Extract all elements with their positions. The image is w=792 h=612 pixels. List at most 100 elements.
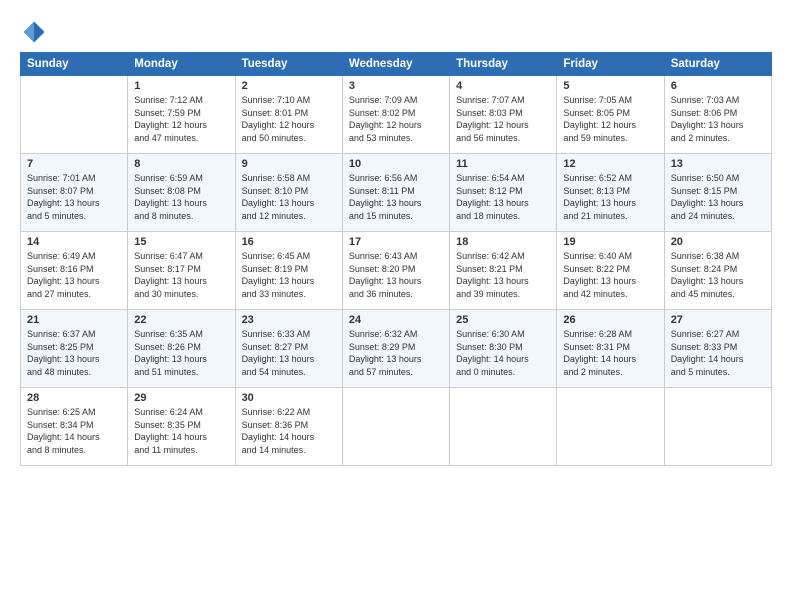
calendar-cell: 19 Sunrise: 6:40 AMSunset: 8:22 PMDayligh… [557, 232, 664, 310]
calendar-cell: 23 Sunrise: 6:33 AMSunset: 8:27 PMDayligh… [235, 310, 342, 388]
day-info: Sunrise: 6:40 AMSunset: 8:22 PMDaylight:… [563, 250, 657, 300]
day-info: Sunrise: 6:54 AMSunset: 8:12 PMDaylight:… [456, 172, 550, 222]
calendar-cell: 30 Sunrise: 6:22 AMSunset: 8:36 PMDayligh… [235, 388, 342, 466]
day-info: Sunrise: 7:12 AMSunset: 7:59 PMDaylight:… [134, 94, 228, 144]
calendar-cell [664, 388, 771, 466]
day-info: Sunrise: 7:01 AMSunset: 8:07 PMDaylight:… [27, 172, 121, 222]
day-number: 6 [671, 80, 765, 92]
day-number: 22 [134, 314, 228, 326]
calendar-cell: 11 Sunrise: 6:54 AMSunset: 8:12 PMDayligh… [450, 154, 557, 232]
day-info: Sunrise: 6:43 AMSunset: 8:20 PMDaylight:… [349, 250, 443, 300]
day-info: Sunrise: 6:28 AMSunset: 8:31 PMDaylight:… [563, 328, 657, 378]
calendar-cell: 18 Sunrise: 6:42 AMSunset: 8:21 PMDayligh… [450, 232, 557, 310]
day-info: Sunrise: 7:10 AMSunset: 8:01 PMDaylight:… [242, 94, 336, 144]
calendar-cell: 9 Sunrise: 6:58 AMSunset: 8:10 PMDaylight… [235, 154, 342, 232]
logo [20, 18, 52, 46]
calendar-cell [557, 388, 664, 466]
calendar-cell: 8Sunrise: 6:59 AMSunset: 8:08 PMDaylight… [128, 154, 235, 232]
calendar-cell: 26 Sunrise: 6:28 AMSunset: 8:31 PMDayligh… [557, 310, 664, 388]
week-row-0: 1 Sunrise: 7:12 AMSunset: 7:59 PMDaylight… [21, 76, 772, 154]
calendar-cell: 22 Sunrise: 6:35 AMSunset: 8:26 PMDayligh… [128, 310, 235, 388]
calendar-cell [450, 388, 557, 466]
day-info: Sunrise: 6:35 AMSunset: 8:26 PMDaylight:… [134, 328, 228, 378]
day-number: 10 [349, 158, 443, 170]
day-number: 26 [563, 314, 657, 326]
calendar-cell: 21 Sunrise: 6:37 AMSunset: 8:25 PMDayligh… [21, 310, 128, 388]
calendar-cell: 17 Sunrise: 6:43 AMSunset: 8:20 PMDayligh… [342, 232, 449, 310]
col-header-saturday: Saturday [664, 53, 771, 76]
calendar-cell: 14Sunrise: 6:49 AMSunset: 8:16 PMDayligh… [21, 232, 128, 310]
day-number: 7 [27, 158, 121, 170]
day-info: Sunrise: 6:22 AMSunset: 8:36 PMDaylight:… [242, 406, 336, 456]
calendar-cell: 5Sunrise: 7:05 AMSunset: 8:05 PMDaylight… [557, 76, 664, 154]
calendar-cell: 3 Sunrise: 7:09 AMSunset: 8:02 PMDaylight… [342, 76, 449, 154]
day-number: 12 [563, 158, 657, 170]
day-info: Sunrise: 6:25 AMSunset: 8:34 PMDaylight:… [27, 406, 121, 456]
day-number: 3 [349, 80, 443, 92]
col-header-monday: Monday [128, 53, 235, 76]
day-info: Sunrise: 6:52 AMSunset: 8:13 PMDaylight:… [563, 172, 657, 222]
calendar-cell: 1 Sunrise: 7:12 AMSunset: 7:59 PMDaylight… [128, 76, 235, 154]
calendar-table: SundayMondayTuesdayWednesdayThursdayFrid… [20, 52, 772, 466]
calendar-cell: 2 Sunrise: 7:10 AMSunset: 8:01 PMDaylight… [235, 76, 342, 154]
day-number: 2 [242, 80, 336, 92]
week-row-1: 7 Sunrise: 7:01 AMSunset: 8:07 PMDaylight… [21, 154, 772, 232]
calendar-cell: 15 Sunrise: 6:47 AMSunset: 8:17 PMDayligh… [128, 232, 235, 310]
day-info: Sunrise: 7:05 AMSunset: 8:05 PMDaylight:… [563, 94, 657, 144]
day-info: Sunrise: 6:37 AMSunset: 8:25 PMDaylight:… [27, 328, 121, 378]
day-info: Sunrise: 6:45 AMSunset: 8:19 PMDaylight:… [242, 250, 336, 300]
day-info: Sunrise: 6:49 AMSunset: 8:16 PMDaylight:… [27, 250, 121, 300]
header [20, 18, 772, 46]
day-number: 25 [456, 314, 550, 326]
week-row-4: 28 Sunrise: 6:25 AMSunset: 8:34 PMDayligh… [21, 388, 772, 466]
day-info: Sunrise: 6:59 AMSunset: 8:08 PMDaylight:… [134, 172, 228, 222]
calendar-cell: 6 Sunrise: 7:03 AMSunset: 8:06 PMDaylight… [664, 76, 771, 154]
calendar-cell: 16 Sunrise: 6:45 AMSunset: 8:19 PMDayligh… [235, 232, 342, 310]
day-info: Sunrise: 6:24 AMSunset: 8:35 PMDaylight:… [134, 406, 228, 456]
day-number: 18 [456, 236, 550, 248]
day-number: 15 [134, 236, 228, 248]
day-info: Sunrise: 7:03 AMSunset: 8:06 PMDaylight:… [671, 94, 765, 144]
day-number: 30 [242, 392, 336, 404]
day-number: 13 [671, 158, 765, 170]
col-header-wednesday: Wednesday [342, 53, 449, 76]
day-info: Sunrise: 7:07 AMSunset: 8:03 PMDaylight:… [456, 94, 550, 144]
day-info: Sunrise: 6:58 AMSunset: 8:10 PMDaylight:… [242, 172, 336, 222]
col-header-thursday: Thursday [450, 53, 557, 76]
day-info: Sunrise: 7:09 AMSunset: 8:02 PMDaylight:… [349, 94, 443, 144]
day-number: 28 [27, 392, 121, 404]
day-number: 23 [242, 314, 336, 326]
day-number: 1 [134, 80, 228, 92]
page: SundayMondayTuesdayWednesdayThursdayFrid… [0, 0, 792, 612]
col-header-sunday: Sunday [21, 53, 128, 76]
day-info: Sunrise: 6:56 AMSunset: 8:11 PMDaylight:… [349, 172, 443, 222]
day-number: 29 [134, 392, 228, 404]
day-number: 19 [563, 236, 657, 248]
day-number: 21 [27, 314, 121, 326]
day-number: 4 [456, 80, 550, 92]
day-number: 27 [671, 314, 765, 326]
col-header-tuesday: Tuesday [235, 53, 342, 76]
calendar-cell: 27Sunrise: 6:27 AMSunset: 8:33 PMDayligh… [664, 310, 771, 388]
calendar-cell: 13Sunrise: 6:50 AMSunset: 8:15 PMDayligh… [664, 154, 771, 232]
day-info: Sunrise: 6:33 AMSunset: 8:27 PMDaylight:… [242, 328, 336, 378]
day-number: 17 [349, 236, 443, 248]
logo-icon [20, 18, 48, 46]
day-info: Sunrise: 6:38 AMSunset: 8:24 PMDaylight:… [671, 250, 765, 300]
day-number: 16 [242, 236, 336, 248]
day-number: 24 [349, 314, 443, 326]
calendar-cell: 25Sunrise: 6:30 AMSunset: 8:30 PMDayligh… [450, 310, 557, 388]
day-info: Sunrise: 6:42 AMSunset: 8:21 PMDaylight:… [456, 250, 550, 300]
calendar-cell: 10 Sunrise: 6:56 AMSunset: 8:11 PMDayligh… [342, 154, 449, 232]
header-row: SundayMondayTuesdayWednesdayThursdayFrid… [21, 53, 772, 76]
week-row-2: 14Sunrise: 6:49 AMSunset: 8:16 PMDayligh… [21, 232, 772, 310]
calendar-cell: 20 Sunrise: 6:38 AMSunset: 8:24 PMDayligh… [664, 232, 771, 310]
day-number: 20 [671, 236, 765, 248]
calendar-cell: 7 Sunrise: 7:01 AMSunset: 8:07 PMDaylight… [21, 154, 128, 232]
calendar-cell: 12 Sunrise: 6:52 AMSunset: 8:13 PMDayligh… [557, 154, 664, 232]
calendar-cell: 24Sunrise: 6:32 AMSunset: 8:29 PMDayligh… [342, 310, 449, 388]
day-info: Sunrise: 6:47 AMSunset: 8:17 PMDaylight:… [134, 250, 228, 300]
day-number: 11 [456, 158, 550, 170]
week-row-3: 21 Sunrise: 6:37 AMSunset: 8:25 PMDayligh… [21, 310, 772, 388]
day-number: 9 [242, 158, 336, 170]
